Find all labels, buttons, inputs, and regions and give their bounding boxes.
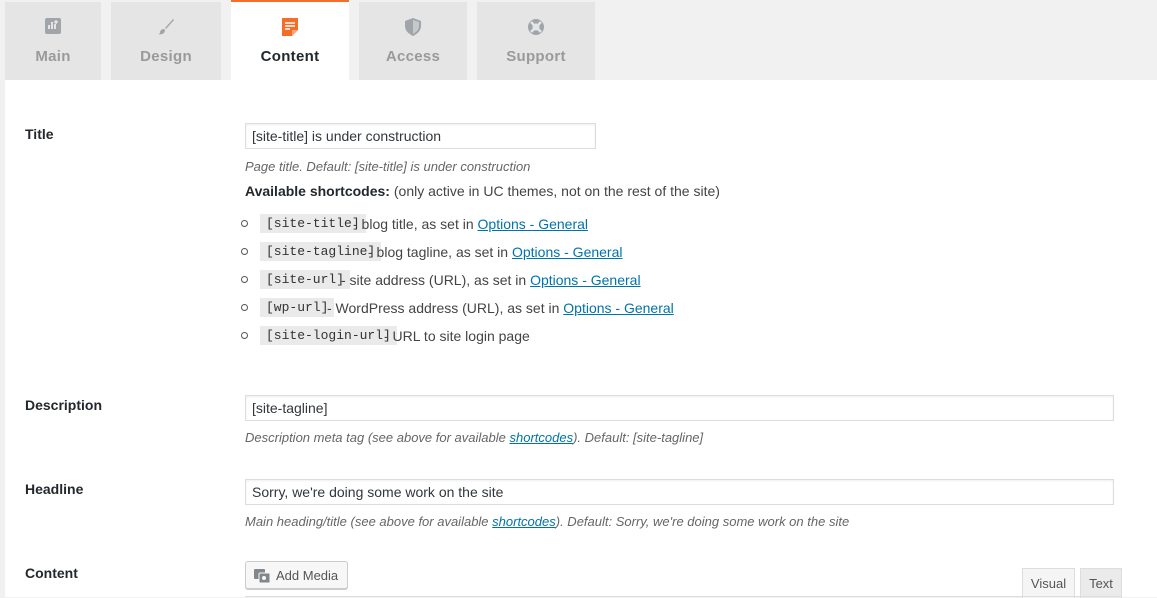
- title-input[interactable]: [245, 123, 596, 149]
- shortcode-code: [site-title]: [260, 214, 366, 233]
- description-help-default: ). Default: [site-tagline]: [573, 430, 704, 445]
- tab-access-label: Access: [385, 48, 441, 65]
- headline-help: Main heading/title (see above for availa…: [245, 514, 849, 529]
- bullet-icon: [241, 248, 248, 255]
- tab-main-label: Main: [35, 48, 71, 65]
- available-shortcodes-heading: Available shortcodes:: [245, 183, 390, 199]
- description-label: Description: [25, 397, 103, 413]
- add-media-button[interactable]: Add Media: [245, 561, 348, 589]
- shortcode-text: - site address (URL), as set in: [341, 272, 531, 288]
- tab-support[interactable]: Support: [477, 2, 595, 80]
- title-label: Title: [25, 126, 54, 142]
- settings-tabs: Main Design Content Access Support: [0, 0, 1157, 80]
- available-shortcodes-note: (only active in UC themes, not on the re…: [389, 183, 720, 199]
- shortcode-text: - URL to site login page: [384, 328, 530, 344]
- headline-input[interactable]: [245, 479, 1114, 505]
- shortcode-text: - blog tagline, as set in: [368, 244, 512, 260]
- shortcode-text: - blog title, as set in: [353, 216, 478, 232]
- visual-tab[interactable]: Visual: [1022, 568, 1075, 598]
- available-shortcodes: Available shortcodes: (only active in UC…: [245, 183, 720, 199]
- description-help-text: Description meta tag (see above for avai…: [245, 430, 510, 445]
- description-help: Description meta tag (see above for avai…: [245, 430, 703, 445]
- dashboard-icon: [5, 18, 101, 38]
- headline-help-default: ). Default: Sorry, we're doing some work…: [555, 514, 850, 529]
- options-general-link[interactable]: Options - General: [563, 300, 674, 316]
- shortcodes-link[interactable]: shortcodes: [492, 514, 556, 529]
- tab-design[interactable]: Design: [111, 2, 221, 80]
- tab-content-label: Content: [260, 48, 320, 65]
- add-media-label: Add Media: [276, 567, 339, 583]
- options-general-link[interactable]: Options - General: [530, 272, 641, 288]
- description-input[interactable]: [245, 395, 1114, 421]
- content-label: Content: [25, 565, 78, 581]
- shortcode-code: [site-tagline]: [260, 242, 382, 261]
- options-general-link[interactable]: Options - General: [512, 244, 623, 260]
- shortcode-code: [wp-url]: [260, 298, 335, 317]
- headline-help-text: Main heading/title (see above for availa…: [245, 514, 493, 529]
- bullet-icon: [241, 276, 248, 283]
- shortcode-code: [site-login-url]: [260, 326, 397, 345]
- document-icon: [231, 17, 349, 37]
- bullet-icon: [241, 304, 248, 311]
- paintbrush-icon: [111, 18, 221, 38]
- shortcode-code: [site-url]: [260, 270, 351, 289]
- bullet-icon: [241, 220, 248, 227]
- shield-icon: [359, 18, 467, 38]
- title-description: Page title. Default: [site-title] is und…: [245, 159, 531, 174]
- tab-support-label: Support: [506, 48, 566, 65]
- tab-access[interactable]: Access: [359, 2, 467, 80]
- lifebuoy-icon: [477, 18, 595, 38]
- headline-label: Headline: [25, 481, 84, 497]
- tab-main[interactable]: Main: [5, 2, 101, 80]
- tab-design-label: Design: [140, 48, 192, 65]
- shortcode-text: - WordPress address (URL), as set in: [327, 300, 564, 316]
- options-general-link[interactable]: Options - General: [478, 216, 589, 232]
- bullet-icon: [241, 332, 248, 339]
- media-icon: [254, 567, 271, 584]
- tab-content[interactable]: Content: [231, 0, 349, 80]
- text-tab[interactable]: Text: [1080, 568, 1122, 598]
- shortcodes-link[interactable]: shortcodes: [509, 430, 573, 445]
